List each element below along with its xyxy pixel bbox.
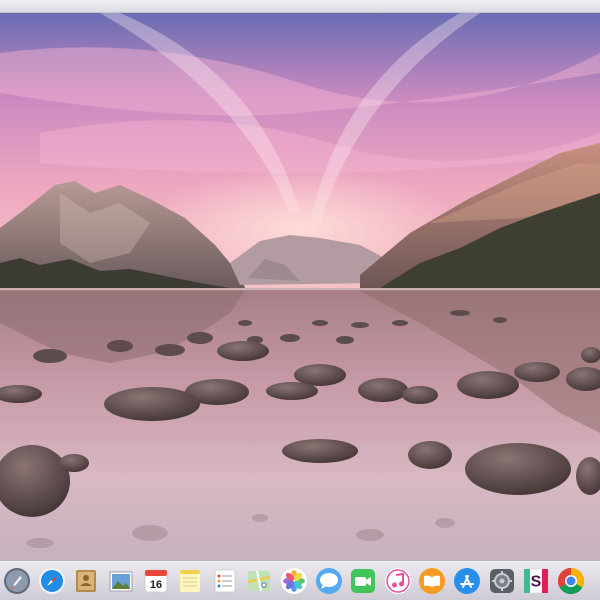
dock-item-preview[interactable] bbox=[106, 566, 136, 596]
checklist-icon bbox=[214, 569, 236, 592]
book-icon bbox=[419, 567, 446, 594]
dock-item-slack[interactable]: S bbox=[521, 566, 551, 596]
map-icon bbox=[248, 570, 271, 591]
dock-item-reminders[interactable] bbox=[210, 566, 240, 596]
menu-bar[interactable] bbox=[0, 0, 600, 13]
dock-item-ibooks[interactable] bbox=[417, 566, 447, 596]
dock-item-photos[interactable] bbox=[279, 566, 309, 596]
rocket-icon bbox=[4, 567, 31, 594]
dock-item-itunes[interactable] bbox=[383, 566, 413, 596]
chrome-icon bbox=[557, 567, 584, 594]
dock-item-chrome[interactable] bbox=[556, 566, 586, 596]
music-note-icon bbox=[384, 567, 411, 594]
dock-item-notes[interactable] bbox=[175, 566, 205, 596]
dock: 16 S bbox=[0, 560, 600, 600]
dock-item-app-store[interactable] bbox=[452, 566, 482, 596]
dock-item-maps[interactable] bbox=[244, 566, 274, 596]
calendar-date-label: 16 bbox=[150, 579, 162, 591]
dock-item-facetime[interactable] bbox=[348, 566, 378, 596]
dock-item-safari[interactable] bbox=[37, 566, 67, 596]
app-store-icon bbox=[454, 567, 481, 594]
slack-letter-label: S bbox=[531, 573, 542, 590]
compass-icon bbox=[38, 567, 65, 594]
dock-item-contacts[interactable] bbox=[71, 566, 101, 596]
video-camera-icon bbox=[351, 568, 376, 593]
slack-icon: S bbox=[523, 568, 549, 593]
dock-item-system-preferences[interactable] bbox=[487, 566, 517, 596]
dock-item-messages[interactable] bbox=[314, 566, 344, 596]
mountain-lake-wallpaper bbox=[0, 13, 600, 560]
address-book-icon bbox=[76, 569, 97, 592]
dock-item-calendar[interactable]: 16 bbox=[141, 566, 171, 596]
flower-icon bbox=[281, 567, 308, 594]
speech-bubble-icon bbox=[315, 567, 342, 594]
dock-item-launchpad[interactable] bbox=[2, 566, 32, 596]
calendar-icon: 16 bbox=[144, 569, 168, 592]
photo-preview-icon bbox=[109, 571, 133, 591]
gear-icon bbox=[489, 568, 514, 593]
notes-icon bbox=[180, 569, 201, 592]
desktop[interactable] bbox=[0, 13, 600, 560]
